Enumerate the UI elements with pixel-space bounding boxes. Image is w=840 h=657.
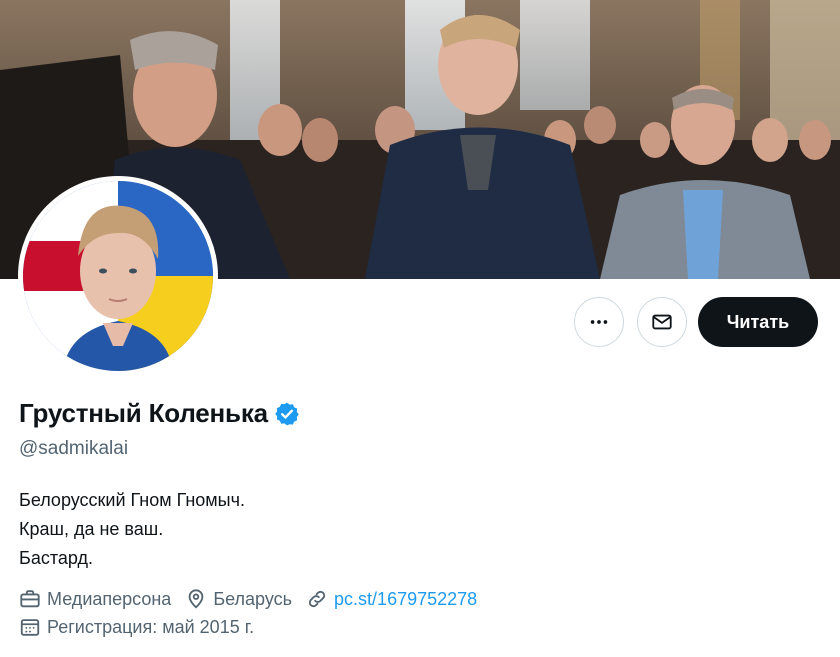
profile-handle: @sadmikalai: [19, 438, 129, 459]
profile-name-row: Грустный Коленька: [19, 398, 300, 429]
avatar-image: [23, 181, 213, 371]
verified-badge-icon[interactable]: [274, 401, 300, 427]
link-icon: [308, 590, 326, 608]
display-name: Грустный Коленька: [19, 398, 268, 428]
bio-line: Белорусский Гном Гномыч.: [19, 490, 245, 510]
more-horizontal-icon: [590, 320, 608, 324]
joined-label: Регистрация: май 2015 г.: [47, 616, 255, 637]
map-pin-icon: [188, 589, 204, 609]
calendar-icon: [20, 619, 40, 636]
profile-meta-row: Медиаперсона Беларусь pc.st/1679752278: [19, 588, 491, 610]
website-link[interactable]: pc.st/1679752278: [334, 589, 477, 610]
location-item: Беларусь: [185, 588, 292, 610]
profile-avatar[interactable]: [18, 176, 218, 376]
briefcase-icon: [20, 590, 40, 608]
category-label: Медиаперсона: [47, 588, 172, 609]
location-label: Беларусь: [213, 588, 293, 609]
category-item: Медиаперсона: [19, 588, 171, 610]
profile-joined-row: Регистрация: май 2015 г.: [19, 616, 268, 638]
bio-line: Краш, да не ваш.: [19, 519, 164, 539]
follow-button[interactable]: Читать: [698, 297, 818, 347]
message-button[interactable]: [637, 297, 687, 347]
bio-line: Бастард.: [19, 548, 93, 568]
more-options-button[interactable]: [574, 297, 624, 347]
website-item[interactable]: pc.st/1679752278: [306, 588, 477, 610]
profile-bio: Белорусский Гном Гномыч. Краш, да не ваш…: [19, 486, 245, 573]
joined-item: Регистрация: май 2015 г.: [19, 616, 254, 638]
envelope-icon: [652, 314, 672, 330]
